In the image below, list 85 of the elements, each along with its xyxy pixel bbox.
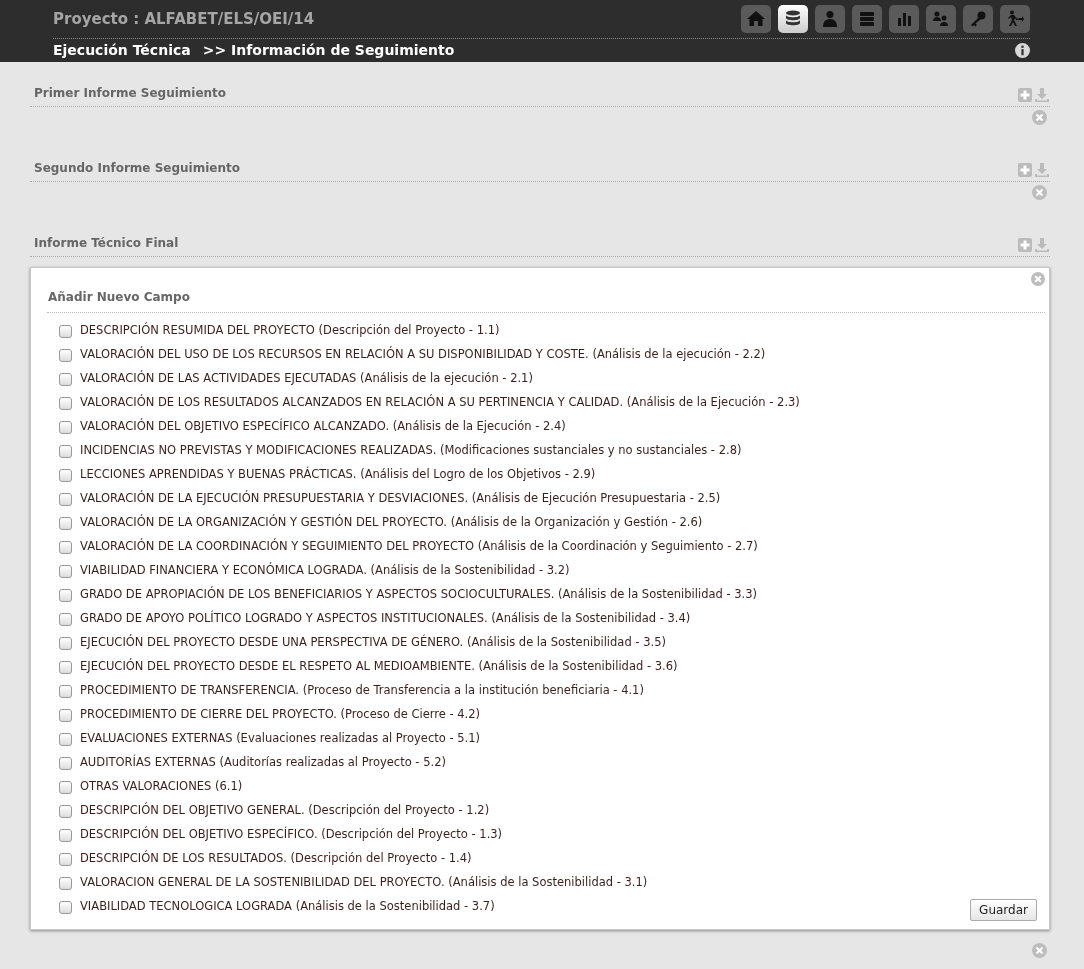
checkbox[interactable] — [59, 684, 72, 698]
checkbox[interactable] — [59, 828, 72, 842]
checkbox-label: GRADO DE APROPIACIÓN DE LOS BENEFICIARIOS Y ASPECTOS SOCIOCULTURALES. (Análisis de la Sostenibilidad - 3.3) — [80, 586, 758, 604]
users-icon — [932, 10, 950, 28]
checkbox-label: EJECUCIÓN DEL PROYECTO DESDE UNA PERSPECTIVA DE GÉNERO. (Análisis de la Sostenibilidad - 3.5) — [80, 634, 666, 652]
checkbox-label: VIABILIDAD TECNOLOGICA LOGRADA (Análisis de la Sostenibilidad - 3.7) — [80, 898, 495, 916]
home-icon — [747, 10, 765, 28]
info-icon — [1015, 42, 1030, 58]
checkbox-label: GRADO DE APOYO POLÍTICO LOGRADO Y ASPECTOS INSTITUCIONALES. (Análisis de la Sostenibilidad - 3.4) — [80, 610, 691, 628]
user-icon — [821, 10, 839, 28]
checkbox-label: EVALUACIONES EXTERNAS (Evaluaciones realizadas al Proyecto - 5.1) — [80, 730, 481, 748]
checkbox-label: VALORACIÓN DE LOS RESULTADOS ALCANZADOS EN RELACIÓN A SU PERTINENCIA Y CALIDAD. (Análisis de la Ejecución - 2.3) — [80, 394, 800, 412]
add-icon — [1018, 238, 1032, 252]
checkbox[interactable] — [59, 612, 72, 626]
checkbox-label: DESCRIPCIÓN DE LOS RESULTADOS. (Descripción del Proyecto - 1.4) — [80, 850, 472, 868]
checkbox[interactable] — [59, 660, 72, 674]
checkbox[interactable] — [59, 372, 72, 386]
close-icon — [1032, 185, 1047, 200]
checkbox[interactable] — [59, 804, 72, 818]
user-button[interactable] — [815, 5, 845, 33]
checkbox[interactable] — [59, 852, 72, 866]
checkbox[interactable] — [59, 564, 72, 578]
checkbox-label: LECCIONES APRENDIDAS Y BUENAS PRÁCTICAS. (Análisis del Logro de los Objetivos - 2.9) — [80, 466, 596, 484]
checkbox-label: DESCRIPCIÓN DEL OBJETIVO ESPECÍFICO. (Descripción del Proyecto - 1.3) — [80, 826, 503, 844]
checkbox[interactable] — [59, 324, 72, 338]
key-icon — [969, 10, 987, 28]
checkbox-label: DESCRIPCIÓN RESUMIDA DEL PROYECTO (Descripción del Proyecto - 1.1) — [80, 322, 500, 340]
checkbox-label: VALORACION GENERAL DE LA SOSTENIBILIDAD DEL PROYECTO. (Análisis de la Sostenibilidad - 3.1) — [80, 874, 648, 892]
checkbox[interactable] — [59, 756, 72, 770]
add-icon — [1018, 88, 1032, 102]
database-button[interactable] — [778, 5, 808, 33]
checkbox[interactable] — [59, 708, 72, 722]
exit-icon — [1006, 10, 1024, 28]
checkbox-label: OTRAS VALORACIONES (6.1) — [80, 778, 243, 796]
breadcrumb-page: >> Información de Seguimiento — [202, 40, 455, 60]
checkbox[interactable] — [59, 636, 72, 650]
checkbox-label: VALORACIÓN DE LA ORGANIZACIÓN Y GESTIÓN DEL PROYECTO. (Análisis de la Organización y Gestión - 2.6) — [80, 514, 703, 532]
checkbox-label: EJECUCIÓN DEL PROYECTO DESDE EL RESPETO AL MEDIOAMBIENTE. (Análisis de la Sostenibilidad - 3.6) — [80, 658, 678, 676]
checkbox-label: INCIDENCIAS NO PREVISTAS Y MODIFICACIONES REALIZADAS. (Modificaciones sustanciales y no sustanciales - 2.8) — [80, 442, 742, 460]
breadcrumb-section: Ejecución Técnica — [53, 39, 191, 61]
checkbox-label: VALORACIÓN DEL OBJETIVO ESPECÍFICO ALCANZADO. (Análisis de la Ejecución - 2.4) — [80, 418, 566, 436]
download-icon — [1035, 163, 1049, 177]
checkbox[interactable] — [59, 540, 72, 554]
close-icon — [1031, 272, 1045, 286]
checkbox[interactable] — [59, 876, 72, 890]
checkbox[interactable] — [59, 732, 72, 746]
checkbox[interactable] — [59, 900, 72, 914]
checkbox-label: DESCRIPCIÓN DEL OBJETIVO GENERAL. (Descripción del Proyecto - 1.2) — [80, 802, 490, 820]
checkbox[interactable] — [59, 588, 72, 602]
add-icon — [1018, 163, 1032, 177]
checkbox[interactable] — [59, 516, 72, 530]
close-icon — [1032, 943, 1047, 958]
checkbox-label: AUDITORÍAS EXTERNAS (Auditorías realizadas al Proyecto - 5.2) — [80, 754, 446, 772]
bar-chart-button[interactable] — [889, 5, 919, 33]
checkbox-label: VIABILIDAD FINANCIERA Y ECONÓMICA LOGRADA. (Análisis de la Sostenibilidad - 3.2) — [80, 562, 570, 580]
checkbox-label: PROCEDIMIENTO DE CIERRE DEL PROYECTO. (Proceso de Cierre - 4.2) — [80, 706, 481, 724]
home-button[interactable] — [741, 5, 771, 33]
database-icon — [784, 10, 802, 28]
checkbox[interactable] — [59, 348, 72, 362]
checkbox[interactable] — [59, 468, 72, 482]
download-icon — [1035, 238, 1049, 252]
section-title: Informe Técnico Final — [34, 235, 179, 252]
download-icon — [1035, 88, 1049, 102]
checkbox[interactable] — [59, 780, 72, 794]
form-title: Añadir Nuevo Campo — [47, 282, 1045, 313]
checkbox[interactable] — [59, 492, 72, 506]
checkbox[interactable] — [59, 444, 72, 458]
section-title: Primer Informe Seguimiento — [34, 85, 227, 102]
checkbox[interactable] — [59, 420, 72, 434]
checkbox[interactable] — [59, 396, 72, 410]
checkbox-label: VALORACIÓN DE LA COORDINACIÓN Y SEGUIMIENTO DEL PROYECTO (Análisis de la Coordinación y Seguimiento - 2.7) — [80, 538, 758, 556]
exit-button[interactable] — [1000, 5, 1030, 33]
section-title: Segundo Informe Seguimiento — [34, 160, 240, 177]
key-button[interactable] — [963, 5, 993, 33]
checkbox-label: VALORACIÓN DE LA EJECUCIÓN PRESUPUESTARIA Y DESVIACIONES. (Análisis de Ejecución Presupuestaria - 2.5) — [80, 490, 721, 508]
bar-chart-icon — [895, 10, 913, 28]
checkbox-label: PROCEDIMIENTO DE TRANSFERENCIA. (Proceso de Transferencia a la institución beneficiaria - 4.1) — [80, 682, 644, 700]
stack-button[interactable] — [852, 5, 882, 33]
project-title: Proyecto : ALFABET/ELS/OEI/14 — [53, 8, 315, 30]
users-button[interactable] — [926, 5, 956, 33]
checkbox-label: VALORACIÓN DE LAS ACTIVIDADES EJECUTADAS (Análisis de la ejecución - 2.1) — [80, 370, 533, 388]
close-icon — [1032, 110, 1047, 125]
save-button[interactable]: Guardar — [970, 899, 1037, 921]
checkbox-label: VALORACIÓN DEL USO DE LOS RECURSOS EN RELACIÓN A SU DISPONIBILIDAD Y COSTE. (Análisis de la ejecución - 2.2) — [80, 346, 766, 364]
stack-icon — [858, 10, 876, 28]
